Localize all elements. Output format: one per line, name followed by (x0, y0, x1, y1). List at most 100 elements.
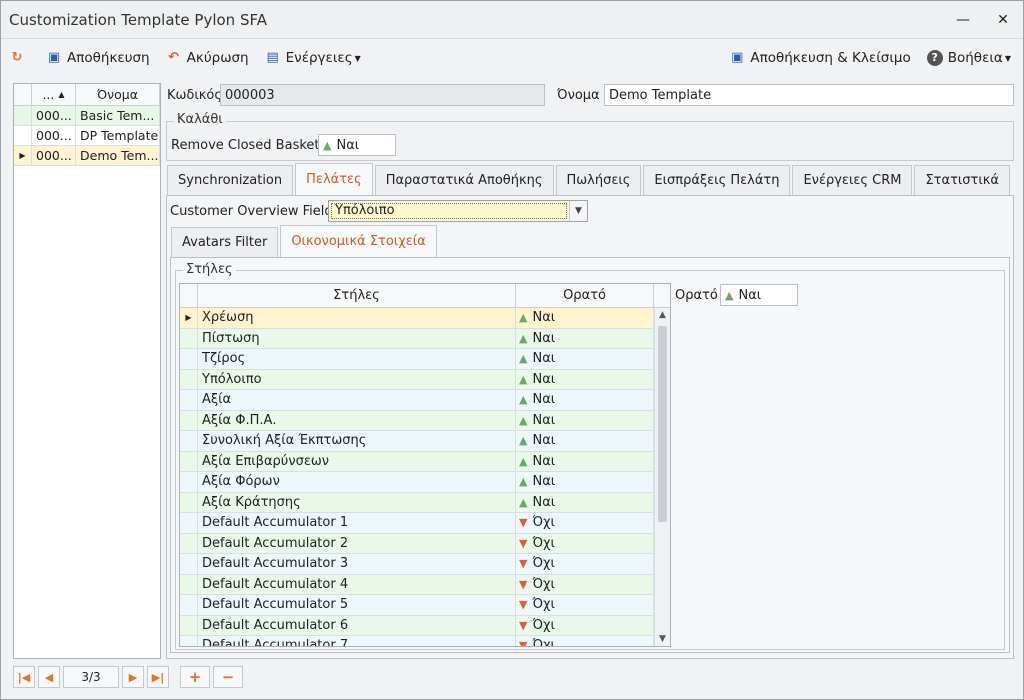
table-row[interactable]: Default Accumulator 4 ▼ Όχι (180, 574, 670, 595)
tab-statistics[interactable]: Στατιστικά (914, 165, 1010, 195)
table-row[interactable]: Συνολική Αξία Έκπτωσης ▲ Ναι (180, 431, 670, 452)
toolbar: ↻ ▣ Αποθήκευση ↶ Ακύρωση ▤ Ενέργειες ▼ ▣… (1, 41, 1023, 75)
visible-cell[interactable]: ▼ Όχι (516, 636, 654, 647)
table-row[interactable]: Αξία Φ.Π.Α. ▲ Ναι (180, 410, 670, 431)
title-bar: Customization Template Pylon SFA — ✕ (1, 1, 1023, 39)
tab-avatars-filter[interactable]: Avatars Filter (171, 227, 279, 257)
visible-cell[interactable]: ▼ Όχι (516, 574, 654, 594)
add-record-button[interactable]: + (180, 666, 210, 688)
table-row[interactable]: Τζίρος ▲ Ναι (180, 349, 670, 370)
tab-warehouse-documents[interactable]: Παραστατικά Αποθήκης (374, 165, 554, 195)
column-name-cell: Πίστωση (198, 328, 516, 348)
table-row[interactable]: Default Accumulator 2 ▼ Όχι (180, 533, 670, 554)
table-row[interactable]: Default Accumulator 3 ▼ Όχι (180, 554, 670, 575)
column-header-visible[interactable]: Ορατό (516, 284, 654, 307)
thumbs-up-icon: ▲ (519, 454, 528, 468)
actions-dropdown[interactable]: ▤ Ενέργειες ▼ (265, 50, 360, 66)
chevron-down-icon[interactable]: ▼ (569, 201, 587, 221)
table-row[interactable]: Default Accumulator 5 ▼ Όχι (180, 595, 670, 616)
refresh-button[interactable]: ↻ (9, 50, 30, 66)
table-row[interactable]: Αξία Κράτησης ▲ Ναι (180, 492, 670, 513)
name-field[interactable]: Demo Template (604, 84, 1014, 106)
minimize-button[interactable]: — (943, 1, 983, 39)
scroll-down-icon[interactable]: ▼ (655, 632, 670, 646)
visible-cell[interactable]: ▲ Ναι (516, 390, 654, 410)
column-name-cell: Default Accumulator 3 (198, 554, 516, 574)
first-record-button[interactable]: |◀ (13, 666, 35, 688)
list-item[interactable]: 000... Basic Tem... (14, 106, 160, 126)
table-row[interactable]: Default Accumulator 7 ▼ Όχι (180, 636, 670, 647)
visible-cell[interactable]: ▲ Ναι (516, 451, 654, 471)
tab-crm-actions[interactable]: Ενέργειες CRM (792, 165, 913, 195)
column-header-columns[interactable]: Στήλες (198, 284, 516, 307)
name-column-header[interactable]: Όνομα (76, 84, 160, 105)
tab-sales[interactable]: Πωλήσεις (555, 165, 642, 195)
thumbs-up-icon: ▲ (323, 138, 332, 152)
visible-cell[interactable]: ▲ Ναι (516, 431, 654, 451)
column-name-cell: Default Accumulator 2 (198, 533, 516, 553)
visible-cell[interactable]: ▲ Ναι (516, 472, 654, 492)
visible-cell[interactable]: ▼ Όχι (516, 533, 654, 553)
visible-cell[interactable]: ▲ Ναι (516, 369, 654, 389)
tab-customers[interactable]: Πελάτες (295, 163, 373, 195)
visible-cell[interactable]: ▼ Όχι (516, 595, 654, 615)
thumbs-down-icon: ▼ (519, 516, 528, 530)
delete-record-button[interactable]: − (213, 666, 243, 688)
thumbs-up-icon: ▲ (519, 372, 528, 386)
visible-cell[interactable]: ▲ Ναι (516, 328, 654, 348)
template-list[interactable]: ... ▲ Όνομα 000... Basic Tem... 000... D… (13, 83, 161, 659)
tab-customer-receipts[interactable]: Εισπράξεις Πελάτη (643, 165, 791, 195)
record-position: 3/3 (63, 666, 119, 688)
visible-cell[interactable]: ▲ Ναι (516, 349, 654, 369)
table-row[interactable]: Default Accumulator 1 ▼ Όχι (180, 513, 670, 534)
list-item[interactable]: ▶ 000... Demo Tem... (14, 146, 160, 166)
visible-field[interactable]: ▲ Ναι (720, 284, 798, 306)
cancel-button[interactable]: ↶ Ακύρωση (166, 50, 248, 66)
table-row[interactable]: Αξία Επιβαρύνσεων ▲ Ναι (180, 451, 670, 472)
next-record-button[interactable]: ▶ (122, 666, 144, 688)
help-label: Βοήθεια (947, 50, 1003, 66)
previous-record-button[interactable]: ◀ (38, 666, 60, 688)
visible-cell[interactable]: ▼ Όχι (516, 554, 654, 574)
visible-cell[interactable]: ▲ Ναι (516, 308, 654, 328)
help-icon: ? (926, 50, 943, 66)
thumbs-up-icon: ▲ (519, 413, 528, 427)
thumbs-up-icon: ▲ (725, 288, 734, 302)
table-row[interactable]: ▶ Χρέωση ▲ Ναι (180, 308, 670, 329)
table-row[interactable]: Υπόλοιπο ▲ Ναι (180, 369, 670, 390)
scroll-up-icon[interactable]: ▲ (655, 308, 670, 322)
table-row[interactable]: Default Accumulator 6 ▼ Όχι (180, 615, 670, 636)
thumbs-up-icon: ▲ (519, 331, 528, 345)
columns-grid-body: ▶ Χρέωση ▲ Ναι Πίστωση ▲ Ναι Τζίρος ▲ Ναι Υπόλοιπο… (180, 308, 670, 647)
column-name-cell: Default Accumulator 1 (198, 513, 516, 533)
tab-financial-data[interactable]: Οικονομικά Στοιχεία (280, 225, 437, 257)
visible-cell[interactable]: ▲ Ναι (516, 492, 654, 512)
help-dropdown[interactable]: ? Βοήθεια ▼ (926, 50, 1011, 66)
visible-cell[interactable]: ▲ Ναι (516, 410, 654, 430)
thumbs-down-icon: ▼ (519, 577, 528, 591)
close-button[interactable]: ✕ (983, 1, 1023, 39)
grid-scrollbar[interactable]: ▲ ▼ (654, 308, 670, 646)
last-record-button[interactable]: ▶| (147, 666, 169, 688)
table-row[interactable]: Αξία Φόρων ▲ Ναι (180, 472, 670, 493)
thumbs-up-icon: ▲ (519, 475, 528, 489)
remove-closed-field[interactable]: ▲ Ναι (318, 134, 396, 156)
thumbs-down-icon: ▼ (519, 618, 528, 632)
save-close-button[interactable]: ▣ Αποθήκευση & Κλείσιμο (729, 50, 911, 66)
columns-grid[interactable]: Στήλες Ορατό ▶ Χρέωση ▲ Ναι Πίστωση ▲ Ναι Τζίρο… (179, 283, 671, 647)
scrollbar-thumb[interactable] (658, 326, 667, 522)
tab-synchronization[interactable]: Synchronization (167, 165, 294, 195)
code-column-header[interactable]: ... ▲ (32, 84, 76, 105)
table-row[interactable]: Πίστωση ▲ Ναι (180, 328, 670, 349)
column-name-cell: Default Accumulator 4 (198, 574, 516, 594)
thumbs-down-icon: ▼ (519, 639, 528, 647)
save-button[interactable]: ▣ Αποθήκευση (46, 50, 150, 66)
code-field[interactable]: 000003 (220, 84, 545, 106)
visible-cell[interactable]: ▼ Όχι (516, 615, 654, 635)
visible-cell[interactable]: ▼ Όχι (516, 513, 654, 533)
thumbs-down-icon: ▼ (519, 557, 528, 571)
floppy-disk-icon: ▣ (47, 50, 61, 65)
overview-select[interactable]: Υπόλοιπο ▼ (328, 200, 588, 222)
list-item[interactable]: 000... DP Template (14, 126, 160, 146)
table-row[interactable]: Αξία ▲ Ναι (180, 390, 670, 411)
